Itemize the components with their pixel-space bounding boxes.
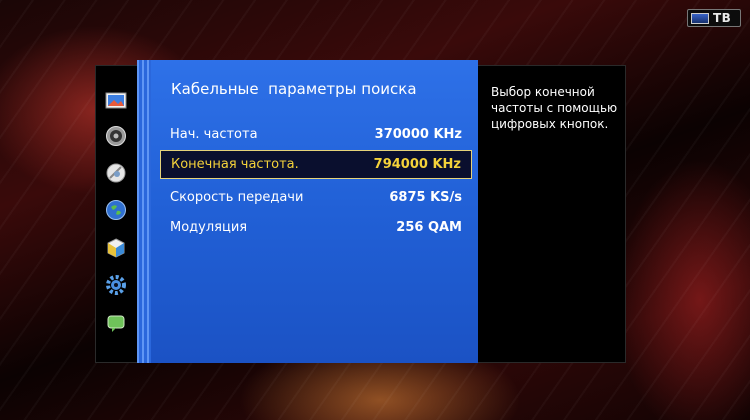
sound-icon[interactable] <box>105 125 127 147</box>
row-label: Конечная частота. <box>171 157 299 172</box>
row-end-frequency[interactable]: Конечная частота. 794000 KHz <box>160 150 472 179</box>
tv-icon <box>691 12 709 24</box>
row-label: Нач. частота <box>170 126 258 142</box>
row-start-frequency[interactable]: Нач. частота 370000 KHz <box>160 121 472 147</box>
row-symbol-rate[interactable]: Скорость передачи 6875 KS/s <box>160 184 472 210</box>
smart-hub-cube-icon[interactable] <box>105 237 127 259</box>
row-label: Модуляция <box>170 219 248 235</box>
panel-edge <box>137 60 151 363</box>
help-text: Выбор конечной частоты с помощью цифровы… <box>491 85 618 131</box>
panel-title: Кабельные параметры поиска <box>171 80 417 98</box>
settings-panel <box>137 60 478 363</box>
row-value: 256 QAM <box>396 219 462 235</box>
picture-icon[interactable] <box>105 90 127 112</box>
source-badge: ТВ <box>687 9 741 27</box>
row-modulation[interactable]: Модуляция 256 QAM <box>160 214 472 240</box>
support-chat-icon[interactable] <box>105 312 127 334</box>
source-label: ТВ <box>713 11 732 25</box>
channel-antenna-icon[interactable] <box>105 162 127 184</box>
network-globe-icon[interactable] <box>105 199 127 221</box>
row-value: 794000 KHz <box>373 157 461 172</box>
sidebar <box>97 75 137 345</box>
row-label: Скорость передачи <box>170 189 304 205</box>
row-value: 370000 KHz <box>374 126 462 142</box>
row-value: 6875 KS/s <box>389 189 462 205</box>
system-gear-icon[interactable] <box>105 274 127 296</box>
